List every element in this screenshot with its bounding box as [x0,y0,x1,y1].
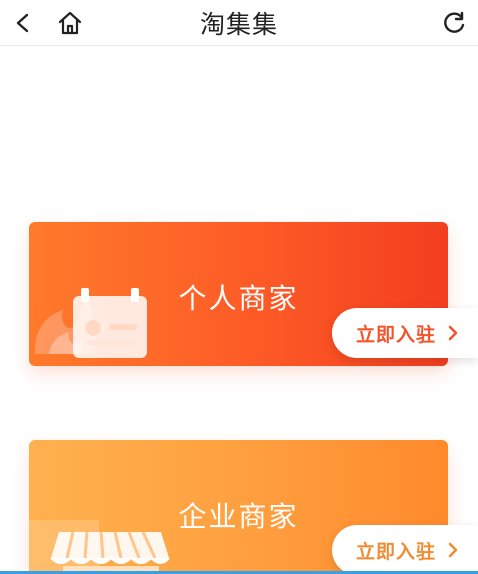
refresh-icon [444,11,465,33]
chevron-right-icon [446,324,460,342]
personal-join-button[interactable]: 立即入驻 [332,308,478,358]
page-title: 淘集集 [199,10,278,39]
chevron-right-icon [446,541,460,559]
personal-join-label: 立即入驻 [356,323,437,346]
enterprise-join-label: 立即入驻 [356,540,437,563]
enterprise-join-button[interactable]: 立即入驻 [332,525,478,574]
top-bar: 淘集集 [0,0,478,46]
refresh-button[interactable] [434,0,474,46]
page: 淘集集 个人商家 立即入驻 企业商家 立即入驻 [0,0,478,574]
